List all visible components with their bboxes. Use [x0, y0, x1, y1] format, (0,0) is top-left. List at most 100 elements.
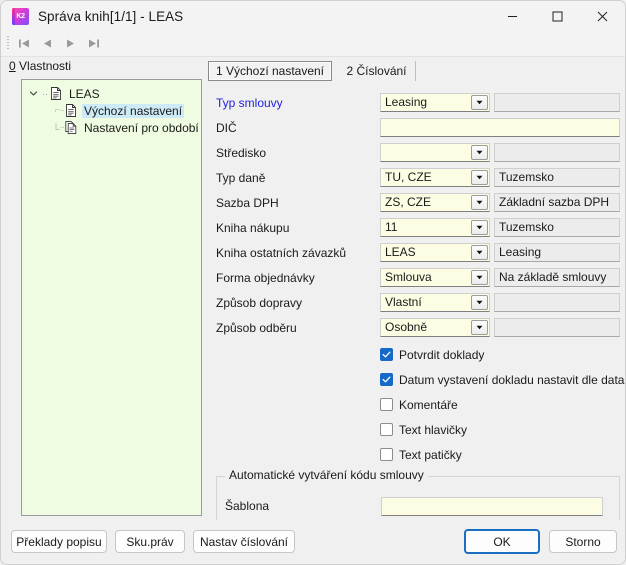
field-zpusob-dopravy[interactable]: Vlastní: [380, 293, 490, 312]
field-typ-smlouvy[interactable]: Leasing: [380, 93, 490, 112]
tree-item-label: Výchozí nastavení: [82, 103, 185, 118]
label-forma-objednavky: Forma objednávky: [216, 271, 315, 285]
desc-sazba-dph: Základní sazba DPH: [494, 193, 620, 212]
field-value: Smlouva: [385, 270, 432, 284]
chevron-down-icon[interactable]: [471, 320, 488, 335]
field-value: TU, CZE: [385, 170, 432, 184]
properties-tree[interactable]: ·· LEAS ⌐·· Výchozí nastavení L·· Nastav…: [21, 79, 202, 516]
field-dic[interactable]: [380, 118, 620, 137]
label-zpusob-odberu: Způsob odběru: [216, 321, 297, 335]
field-typ-dane[interactable]: TU, CZE: [380, 168, 490, 187]
properties-heading: 0 Vlastnosti: [9, 59, 71, 73]
tree-item-leas[interactable]: ·· LEAS: [22, 85, 201, 102]
checkbox-box[interactable]: [380, 423, 393, 436]
checkbox-label: Datum vystavení dokladu nastavit dle dat…: [399, 372, 625, 387]
k2-app-icon: K2: [12, 7, 29, 25]
checkbox-potvrdit-doklady[interactable]: Potvrdit doklady: [380, 345, 484, 364]
tree-connector: ⌐··: [54, 105, 66, 116]
skip-to-start-icon[interactable]: [13, 33, 36, 55]
tree-connector: ··: [42, 88, 48, 99]
title-bar: K2 Správa knih[1/1] - LEAS: [1, 1, 625, 31]
dialog-footer: Překlady popisu Sku.práv Nastav číslován…: [1, 520, 625, 564]
label-typ-dane: Typ daně: [216, 171, 266, 185]
properties-heading-text: Vlastnosti: [15, 59, 72, 73]
previous-icon[interactable]: [36, 33, 59, 55]
checkbox-box[interactable]: [380, 373, 393, 386]
document-icon: [50, 87, 62, 100]
skip-to-end-icon[interactable]: [82, 33, 105, 55]
chevron-down-icon[interactable]: [471, 95, 488, 110]
tab-cislovani[interactable]: 2 Číslování: [338, 61, 416, 81]
field-zpusob-odberu[interactable]: Osobně: [380, 318, 490, 337]
checkbox-label: Text patičky: [399, 447, 462, 462]
window-controls: [490, 1, 625, 31]
desc-typ-dane: Tuzemsko: [494, 168, 620, 187]
rights-group-button[interactable]: Sku.práv: [115, 530, 185, 553]
desc-kniha-ostatnich-zavazku: Leasing: [494, 243, 620, 262]
maximize-icon[interactable]: [535, 1, 580, 31]
checkbox-text-hlavicky[interactable]: Text hlavičky: [380, 420, 467, 439]
checkbox-text-paticky[interactable]: Text patičky: [380, 445, 462, 464]
chevron-down-icon[interactable]: [471, 170, 488, 185]
tab-bar: 1 Výchozí nastavení 2 Číslování: [208, 61, 617, 81]
translations-button[interactable]: Překlady popisu: [11, 530, 107, 553]
ok-button[interactable]: OK: [464, 529, 540, 554]
desc-zpusob-odberu: [494, 318, 620, 337]
document-icon: [65, 104, 77, 117]
field-value: Vlastní: [385, 295, 422, 309]
record-navigation-toolbar: [1, 31, 625, 57]
desc-zpusob-dopravy: [494, 293, 620, 312]
app-icon-text: K2: [16, 12, 25, 20]
desc-typ-smlouvy: [494, 93, 620, 112]
label-stredisko: Středisko: [216, 146, 267, 160]
field-forma-objednavky[interactable]: Smlouva: [380, 268, 490, 287]
field-kniha-ostatnich-zavazku[interactable]: LEAS: [380, 243, 490, 262]
next-icon[interactable]: [59, 33, 82, 55]
chevron-down-icon[interactable]: [471, 220, 488, 235]
desc-stredisko: [494, 143, 620, 162]
minimize-icon[interactable]: [490, 1, 535, 31]
checkbox-komentare[interactable]: Komentáře: [380, 395, 458, 414]
label-sablona: Šablona: [225, 499, 270, 513]
application-window: K2 Správa knih[1/1] - LEAS 0 Vlastnosti …: [0, 0, 626, 565]
label-dic: DIČ: [216, 121, 237, 135]
set-numbering-button[interactable]: Nastav číslování: [193, 530, 295, 553]
label-kniha-ostatnich-zavazku: Kniha ostatních závazků: [216, 246, 347, 260]
chevron-down-icon[interactable]: [471, 195, 488, 210]
field-value: Leasing: [385, 95, 428, 109]
properties-heading-accel: 0: [9, 59, 16, 73]
tree-item-label: LEAS: [69, 86, 100, 101]
field-kniha-nakupu[interactable]: 11: [380, 218, 490, 237]
tree-item-vychozi-nastaveni[interactable]: ⌐·· Výchozí nastavení: [22, 102, 201, 119]
chevron-down-icon[interactable]: [26, 89, 40, 98]
field-sablona[interactable]: [381, 497, 603, 516]
label-sazba-dph: Sazba DPH: [216, 196, 279, 210]
window-title: Správa knih[1/1] - LEAS: [38, 8, 184, 24]
checkbox-label: Komentáře: [399, 397, 458, 412]
cancel-button[interactable]: Storno: [549, 530, 617, 553]
tab-vychozi-nastaveni[interactable]: 1 Výchozí nastavení: [208, 61, 332, 81]
chevron-down-icon[interactable]: [471, 245, 488, 260]
field-value: Osobně: [385, 320, 428, 334]
field-value: LEAS: [385, 245, 416, 259]
tree-connector: L··: [54, 122, 65, 133]
checkbox-datum-vystaveni[interactable]: Datum vystavení dokladu nastavit dle dat…: [380, 370, 625, 389]
field-stredisko[interactable]: [380, 143, 490, 162]
checkbox-box[interactable]: [380, 448, 393, 461]
field-sazba-dph[interactable]: ZS, CZE: [380, 193, 490, 212]
close-icon[interactable]: [580, 1, 625, 31]
field-value: ZS, CZE: [385, 195, 432, 209]
tree-item-label: Nastavení pro období: [84, 120, 199, 135]
checkbox-box[interactable]: [380, 348, 393, 361]
tree-item-nastaveni-pro-obdobi[interactable]: L·· Nastavení pro období: [22, 119, 201, 136]
chevron-down-icon[interactable]: [471, 295, 488, 310]
chevron-down-icon[interactable]: [471, 145, 488, 160]
checkbox-box[interactable]: [380, 398, 393, 411]
checkbox-label: Text hlavičky: [399, 422, 468, 437]
toolbar-grip: [7, 36, 9, 51]
chevron-down-icon[interactable]: [471, 270, 488, 285]
label-typ-smlouvy[interactable]: Typ smlouvy: [216, 93, 283, 113]
label-kniha-nakupu: Kniha nákupu: [216, 221, 290, 235]
label-zpusob-dopravy: Způsob dopravy: [216, 296, 303, 310]
documents-icon: [65, 121, 77, 134]
